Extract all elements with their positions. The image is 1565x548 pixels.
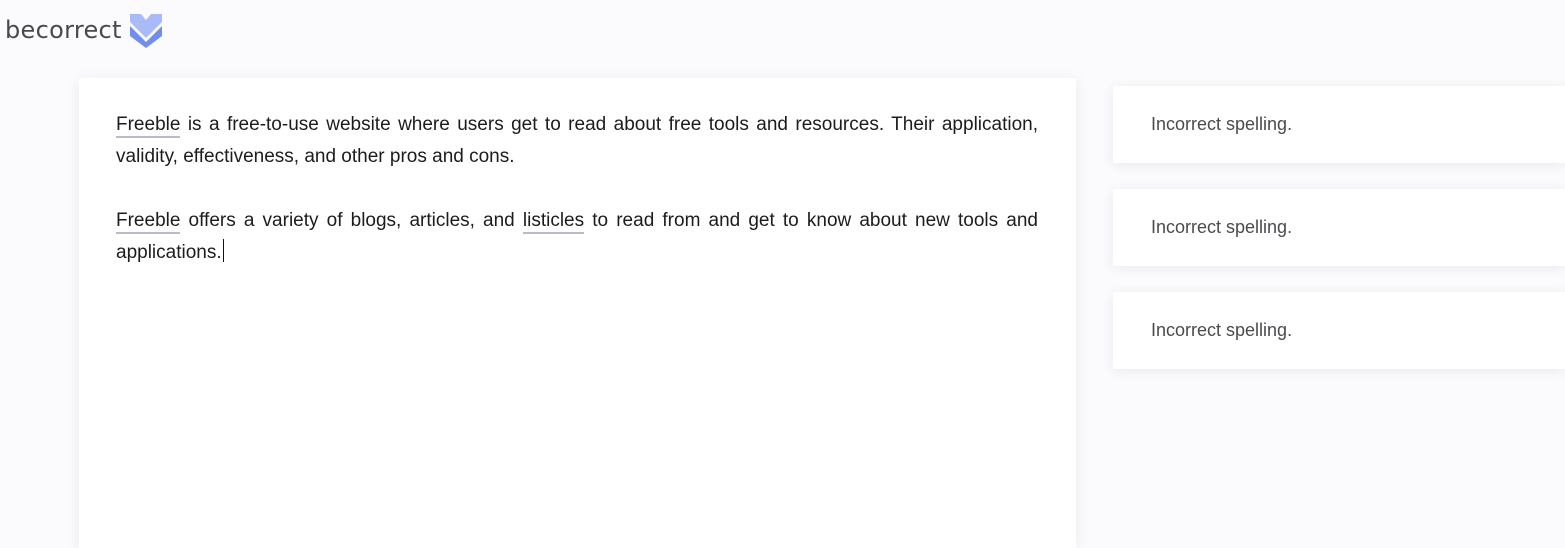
text-editor[interactable]: Freeble is a free-to-use website where u…: [79, 78, 1076, 548]
paragraph-text: offers a variety of blogs, articles, and: [180, 210, 523, 231]
suggestion-message: Incorrect spelling.: [1151, 217, 1293, 237]
misspelled-word[interactable]: listicles: [522, 210, 585, 234]
logo-text: becorrect: [5, 16, 122, 44]
suggestion-card[interactable]: Incorrect spelling.: [1113, 292, 1565, 369]
paragraph-1: Freeble is a free-to-use website where u…: [116, 109, 1038, 173]
suggestion-message: Incorrect spelling.: [1151, 320, 1293, 340]
chevron-mark-icon: [129, 14, 162, 48]
logo[interactable]: becorrect: [5, 12, 164, 48]
misspelled-word[interactable]: Freeble: [116, 210, 181, 234]
app-header: becorrect: [0, 0, 1565, 60]
suggestion-card[interactable]: Incorrect spelling.: [1113, 189, 1565, 266]
suggestion-message: Incorrect spelling.: [1151, 114, 1293, 134]
misspelled-word[interactable]: Freeble: [116, 114, 181, 138]
paragraph-text: is a free-to-use website where users get…: [116, 114, 1038, 167]
editor-content[interactable]: Freeble is a free-to-use website where u…: [116, 109, 1038, 301]
paragraph-2: Freeble offers a variety of blogs, artic…: [116, 205, 1038, 269]
suggestion-card[interactable]: Incorrect spelling.: [1113, 86, 1565, 163]
suggestions-panel: Incorrect spelling. Incorrect spelling. …: [1113, 86, 1565, 395]
text-cursor: [222, 239, 224, 262]
